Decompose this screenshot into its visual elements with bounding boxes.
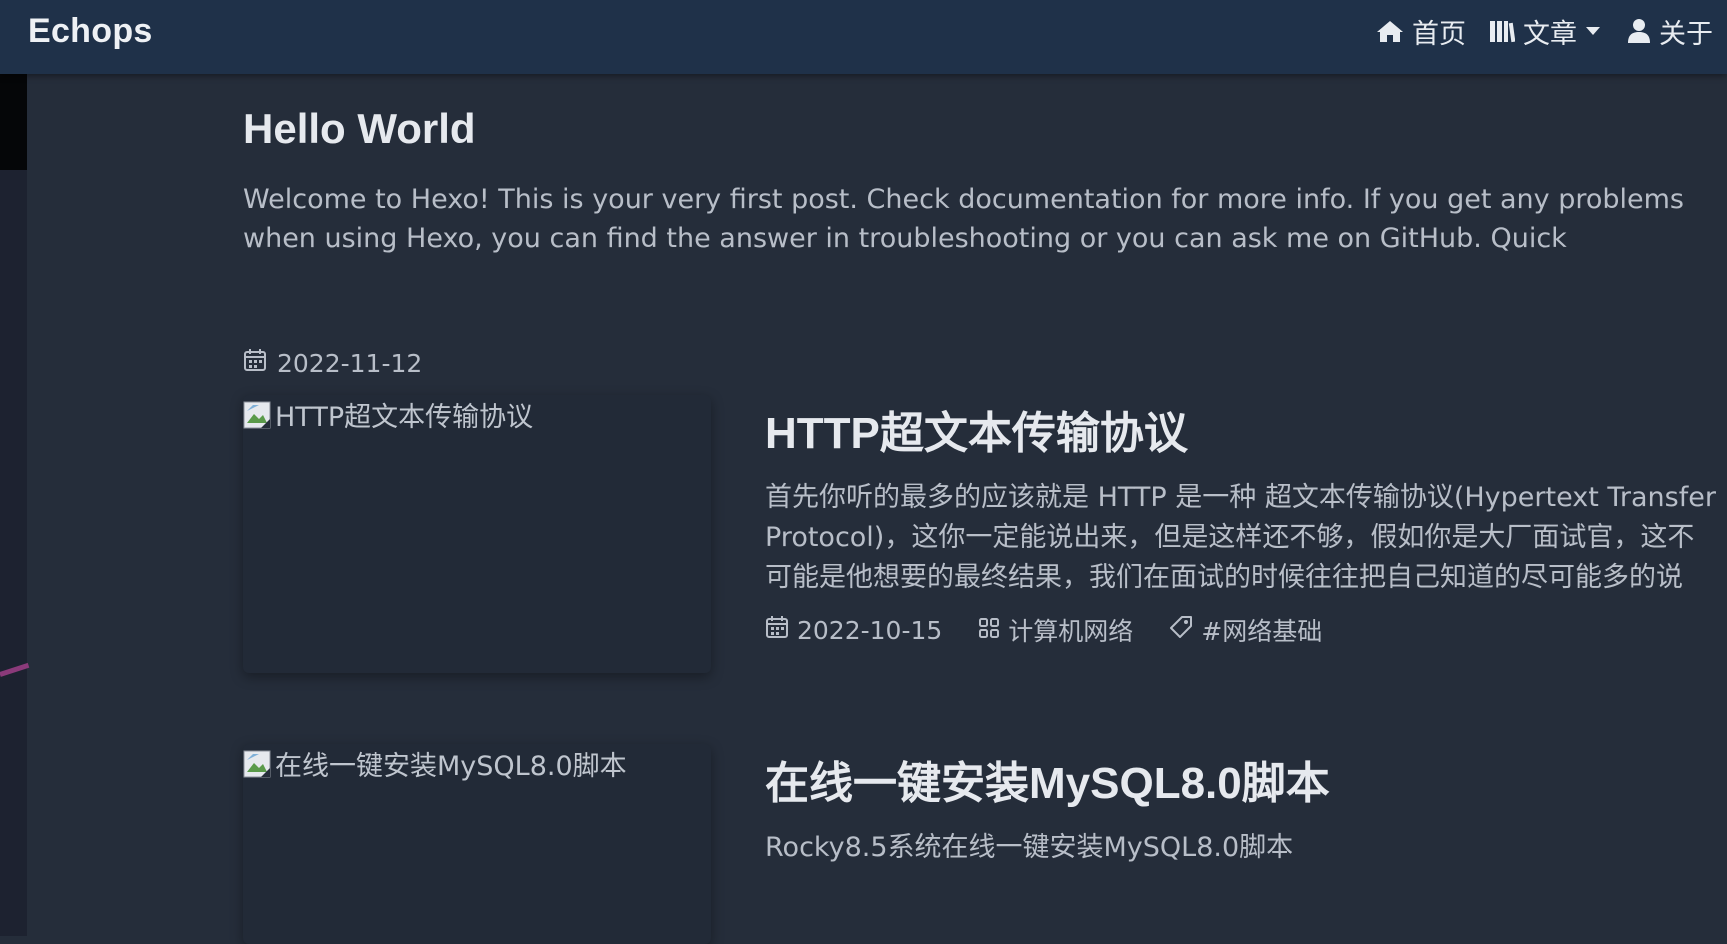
tag-icon: [1169, 615, 1193, 645]
post-category-label: 计算机网络: [1008, 617, 1134, 646]
category-icon: [978, 616, 1000, 645]
nav-home-label: 首页: [1412, 18, 1466, 50]
nav-item-home[interactable]: 首页: [1376, 14, 1466, 50]
thumbnail-alt-text: HTTP超文本传输协议: [275, 402, 534, 433]
broken-image-icon: [243, 750, 271, 778]
books-icon: [1489, 19, 1515, 43]
top-navbar: Echops 首页 文章 关于: [0, 0, 1727, 74]
post-date: 2022-10-15: [797, 615, 943, 645]
site-brand[interactable]: Echops: [28, 12, 153, 51]
left-background-strip: [0, 74, 30, 936]
background-streak: [0, 662, 30, 677]
calendar-icon: [765, 615, 789, 645]
home-icon: [1376, 19, 1404, 43]
post-thumbnail[interactable]: HTTP超文本传输协议: [243, 395, 711, 673]
thumbnail-alt-text: 在线一键安装MySQL8.0脚本: [275, 751, 627, 782]
background-dark-block: [0, 74, 27, 170]
post-title[interactable]: 在线一键安装MySQL8.0脚本: [765, 754, 1727, 814]
post-date: 2022-11-12: [277, 348, 423, 378]
post-meta: 2022-11-12: [243, 348, 422, 378]
user-icon: [1627, 18, 1651, 44]
post-thumbnail[interactable]: 在线一键安装MySQL8.0脚本: [243, 744, 711, 944]
nav-posts-label: 文章: [1523, 18, 1577, 50]
post-date-group: 2022-10-15: [765, 615, 942, 645]
caret-down-icon: [1585, 26, 1601, 36]
thumbnail-alt: HTTP超文本传输协议: [243, 395, 533, 434]
nav-item-about[interactable]: 关于: [1627, 14, 1713, 50]
calendar-icon: [243, 348, 267, 378]
post-title[interactable]: HTTP超文本传输协议: [765, 404, 1727, 464]
post-excerpt-line: 首先你听的最多的应该就是 HTTP 是一种 超文本传输协议(Hypertext …: [765, 482, 1716, 513]
post-tag[interactable]: #网络基础: [1169, 612, 1322, 648]
post-card-body: HTTP超文本传输协议 首先你听的最多的应该就是 HTTP 是一种 超文本传输协…: [765, 404, 1727, 648]
nav-item-posts[interactable]: 文章: [1489, 14, 1601, 50]
post-excerpt: Welcome to Hexo! This is your very first…: [243, 184, 1684, 254]
post-excerpt-line: 可能是他想要的最终结果，我们在面试的时候往往把自己知道的尽可能多的说: [765, 562, 1683, 593]
post-meta: 2022-10-15 计算机网络 #网络基础: [765, 612, 1727, 648]
thumbnail-alt: 在线一键安装MySQL8.0脚本: [243, 744, 627, 783]
post-tag-label: #网络基础: [1201, 617, 1323, 646]
post-excerpt: 首先你听的最多的应该就是 HTTP 是一种 超文本传输协议(Hypertext …: [765, 478, 1727, 598]
broken-image-icon: [243, 401, 271, 429]
post-category[interactable]: 计算机网络: [978, 612, 1133, 648]
nav-about-label: 关于: [1659, 18, 1713, 50]
post-excerpt-line: Protocol)，这你一定能说出来，但是这样还不够，假如你是大厂面试官，这不: [765, 522, 1695, 553]
post-title[interactable]: Hello World: [243, 105, 476, 153]
post-excerpt: Rocky8.5系统在线一键安装MySQL8.0脚本: [765, 832, 1294, 863]
post-card-body: 在线一键安装MySQL8.0脚本 Rocky8.5系统在线一键安装MySQL8.…: [765, 754, 1727, 868]
